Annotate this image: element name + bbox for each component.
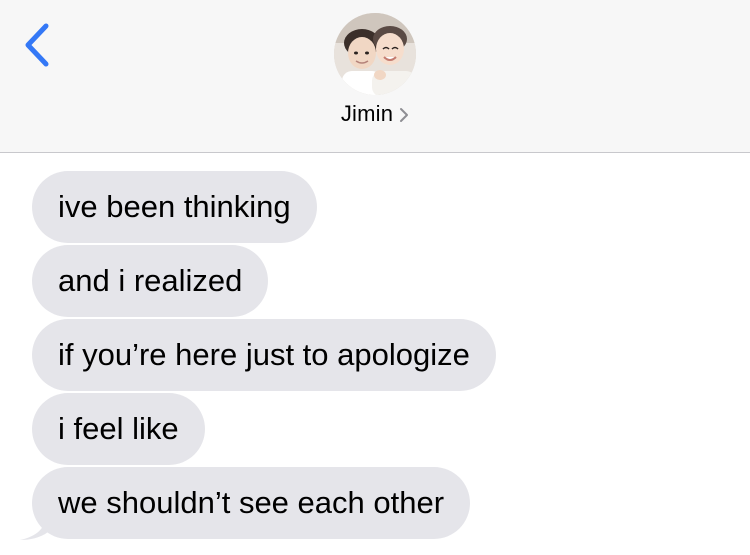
avatar[interactable] xyxy=(334,13,416,95)
chevron-left-icon xyxy=(25,23,49,67)
contact-photo xyxy=(334,13,416,95)
message-bubble[interactable]: if you’re here just to apologize xyxy=(32,319,496,391)
message-text: we shouldn’t see each other xyxy=(58,485,445,520)
conversation-header: Jimin xyxy=(0,0,750,153)
back-button[interactable] xyxy=(18,20,62,72)
message-text: i feel like xyxy=(58,411,179,446)
contact-name: Jimin xyxy=(340,101,394,126)
message-bubble[interactable]: we shouldn’t see each other xyxy=(32,467,471,539)
message-text: ive been thinking xyxy=(58,189,291,224)
message-text: if you’re here just to apologize xyxy=(58,337,470,372)
conversation-screen: Jimin ive been thinking and i realized i… xyxy=(0,0,750,555)
contact-name-button[interactable]: Jimin xyxy=(0,101,750,127)
chevron-right-icon xyxy=(400,108,409,123)
message-bubble[interactable]: and i realized xyxy=(32,245,269,317)
message-bubble[interactable]: i feel like xyxy=(32,393,205,465)
message-bubble[interactable]: ive been thinking xyxy=(32,171,317,243)
message-text: and i realized xyxy=(58,263,243,298)
message-list: ive been thinking and i realized if you’… xyxy=(0,152,750,555)
bubble-tail xyxy=(20,518,48,540)
